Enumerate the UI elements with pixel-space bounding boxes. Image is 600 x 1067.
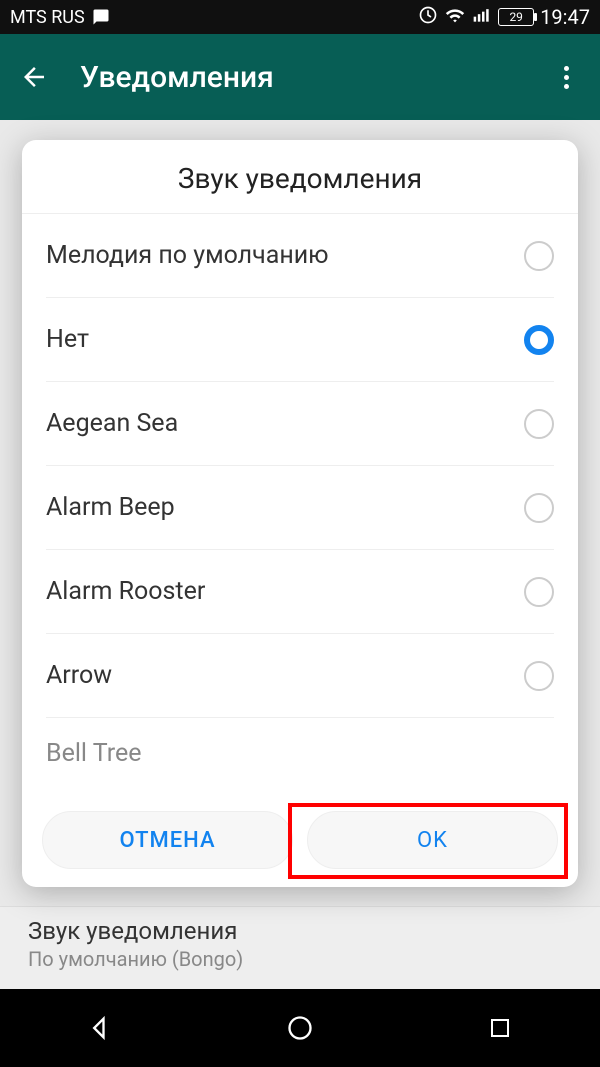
- status-bar: MTS RUS 29 19:47: [0, 0, 600, 34]
- sound-option-label: Alarm Beep: [46, 493, 175, 522]
- dnd-icon: [418, 5, 438, 30]
- sound-option[interactable]: Arrow: [46, 634, 554, 718]
- sound-option[interactable]: Alarm Rooster: [46, 550, 554, 634]
- sound-option-list[interactable]: Мелодия по умолчанию Нет Aegean Sea Alar…: [22, 214, 578, 797]
- radio-icon[interactable]: [524, 493, 554, 523]
- wifi-icon: [444, 4, 466, 31]
- nav-home-button[interactable]: [282, 1010, 318, 1046]
- sound-option-label: Мелодия по умолчанию: [46, 241, 329, 270]
- dialog-button-bar: ОТМЕНА OK: [22, 797, 578, 887]
- sound-option[interactable]: Bell Tree: [46, 728, 554, 778]
- system-nav-bar: [0, 989, 600, 1067]
- radio-icon[interactable]: [524, 241, 554, 271]
- sound-option[interactable]: Нет: [46, 298, 554, 382]
- setting-title: Звук уведомления: [28, 917, 572, 945]
- ok-button[interactable]: OK: [307, 811, 558, 869]
- sound-option[interactable]: Мелодия по умолчанию: [46, 214, 554, 298]
- overflow-menu-button[interactable]: [550, 61, 582, 93]
- dialog-title: Звук уведомления: [22, 140, 578, 214]
- sound-option-label: Arrow: [46, 661, 112, 690]
- nav-recents-button[interactable]: [482, 1010, 518, 1046]
- radio-icon[interactable]: [524, 661, 554, 691]
- sound-option-label: Alarm Rooster: [46, 577, 205, 606]
- sound-option[interactable]: Alarm Beep: [46, 466, 554, 550]
- chat-notification-icon: [91, 8, 111, 26]
- back-button[interactable]: [18, 61, 50, 93]
- page-title: Уведомления: [80, 60, 274, 95]
- sound-picker-dialog: Звук уведомления Мелодия по умолчанию Не…: [22, 140, 578, 887]
- radio-icon[interactable]: [524, 577, 554, 607]
- setting-subtitle: По умолчанию (Bongo): [28, 947, 572, 971]
- sound-option-label: Aegean Sea: [46, 409, 178, 438]
- signal-icon: [472, 5, 492, 30]
- radio-icon[interactable]: [524, 409, 554, 439]
- setting-row-notification-sound[interactable]: Звук уведомления По умолчанию (Bongo): [0, 906, 600, 989]
- sound-option-label: Bell Tree: [46, 739, 141, 768]
- carrier-label: MTS RUS: [10, 7, 85, 28]
- sound-option-label: Нет: [46, 325, 89, 354]
- cancel-button[interactable]: ОТМЕНА: [42, 811, 293, 869]
- sound-option[interactable]: Aegean Sea: [46, 382, 554, 466]
- radio-icon[interactable]: [524, 325, 554, 355]
- nav-back-button[interactable]: [82, 1010, 118, 1046]
- app-bar: Уведомления: [0, 34, 600, 120]
- clock-label: 19:47: [540, 5, 590, 29]
- battery-icon: 29: [498, 8, 534, 26]
